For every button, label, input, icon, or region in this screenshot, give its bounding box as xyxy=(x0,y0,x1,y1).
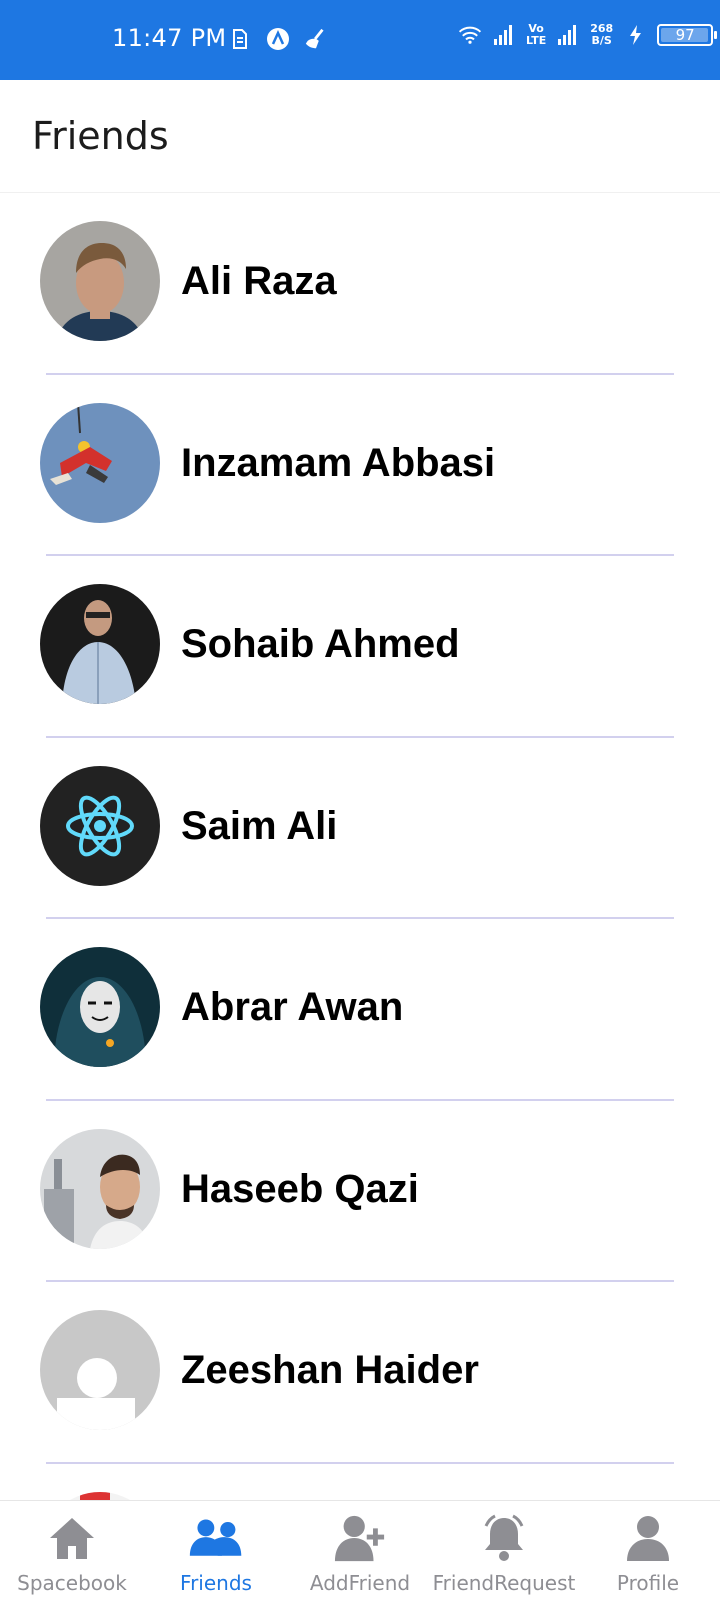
friend-row[interactable]: Sohaib Ahmed xyxy=(0,556,720,738)
friends-icon xyxy=(189,1511,243,1565)
avatar xyxy=(40,1491,160,1500)
sim-icon xyxy=(228,26,252,52)
charging-icon xyxy=(623,22,647,48)
tab-label: Friends xyxy=(180,1571,252,1595)
signal-icon-2 xyxy=(556,22,580,48)
tab-friends[interactable]: Friends xyxy=(144,1501,288,1601)
tab-spacebook[interactable]: Spacebook xyxy=(0,1501,144,1601)
status-time: 11:47 PM xyxy=(112,24,227,52)
network-speed: 268 B/S xyxy=(590,22,614,47)
tab-label: AddFriend xyxy=(309,1571,411,1595)
avatar xyxy=(40,1310,160,1430)
tab-add-friend[interactable]: AddFriend xyxy=(288,1501,432,1601)
add-friend-icon xyxy=(333,1511,387,1565)
signal-icon-1 xyxy=(492,22,516,48)
app-notification-icon xyxy=(266,26,290,52)
status-bar: 11:47 PM Vo LTE 268 B/S 97 xyxy=(0,0,720,80)
tab-friend-request[interactable]: FriendRequest xyxy=(432,1501,576,1601)
friend-row[interactable]: Haseeb Qazi xyxy=(0,1101,720,1283)
wifi-icon xyxy=(458,22,482,48)
status-system-icons: Vo LTE 268 B/S 97 xyxy=(458,22,718,48)
friend-name: Zeeshan Haider xyxy=(181,1348,479,1392)
profile-icon xyxy=(621,1511,675,1565)
avatar xyxy=(40,947,160,1067)
status-notification-icons xyxy=(228,26,328,52)
friend-name: Sohaib Ahmed xyxy=(181,622,460,666)
tab-profile[interactable]: Profile xyxy=(576,1501,720,1601)
battery-indicator: 97 xyxy=(657,24,718,46)
tab-label: Profile xyxy=(616,1571,680,1595)
friend-row[interactable] xyxy=(0,1464,720,1500)
friend-row[interactable]: Saim Ali xyxy=(0,738,720,920)
friend-name: Saim Ali xyxy=(181,803,338,848)
friend-row[interactable]: Abrar Awan xyxy=(0,919,720,1101)
friends-list[interactable]: Ali Raza Inzamam Abbasi Sohaib Ahmed Sai… xyxy=(0,193,720,1500)
bottom-tab-bar: Spacebook Friends AddFriend FriendReques… xyxy=(0,1500,720,1601)
friend-name: Inzamam Abbasi xyxy=(181,440,496,485)
friend-name: Abrar Awan xyxy=(181,985,404,1029)
volte-indicator: Vo LTE xyxy=(526,22,547,47)
bell-icon xyxy=(477,1511,531,1565)
friend-row[interactable]: Zeeshan Haider xyxy=(0,1282,720,1464)
avatar xyxy=(40,221,160,341)
home-icon xyxy=(45,1511,99,1565)
tab-label: FriendRequest xyxy=(432,1571,576,1595)
tab-label: Spacebook xyxy=(17,1571,127,1595)
avatar xyxy=(40,584,160,704)
friend-name: Haseeb Qazi xyxy=(181,1166,419,1211)
avatar xyxy=(40,765,160,886)
friend-name: Ali Raza xyxy=(181,259,337,303)
friend-row[interactable]: Ali Raza xyxy=(0,193,720,375)
page-title: Friends xyxy=(32,114,169,158)
avatar xyxy=(40,402,160,523)
cleaner-icon xyxy=(304,26,328,52)
app-header: Friends xyxy=(0,80,720,193)
friend-row[interactable]: Inzamam Abbasi xyxy=(0,375,720,557)
avatar xyxy=(40,1128,160,1249)
battery-level: 97 xyxy=(675,26,695,44)
